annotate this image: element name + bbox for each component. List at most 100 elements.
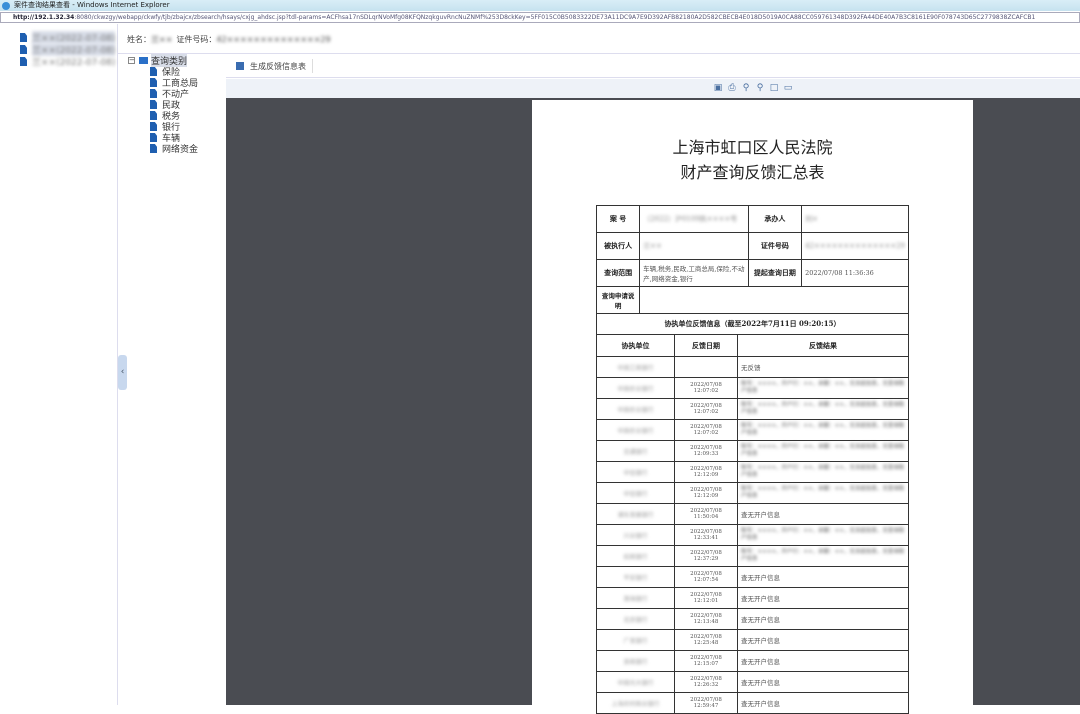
unit: 北京银行 <box>596 608 675 630</box>
feedback-result: 账号：××××，开户行：××，余额：××，无冻结信息，无查询账户信息 <box>737 461 909 483</box>
feedback-result: 查无开户信息 <box>737 608 909 630</box>
name-label: 姓名： <box>127 35 151 44</box>
query-date: 2022/07/08 11:36:36 <box>801 259 909 287</box>
feedback-result: 账号：××××，开户行：××，余额：××，无冻结信息，无查询账户信息 <box>737 377 909 399</box>
fit-page-icon[interactable]: □ <box>769 83 779 93</box>
feedback-date: 2022/07/08 12:15:07 <box>674 650 738 672</box>
case-info-table: 案 号（2022）沪0109执××××号 承办人 刘× 被执行人 兰×× 证件号码 42×… <box>595 205 909 314</box>
unit: 交通银行 <box>596 440 675 462</box>
unit: 兴业银行 <box>596 524 675 546</box>
feedback-row: 平安银行 2022/07/08 12:07:54 查无开户信息 <box>596 566 909 588</box>
feedback-row: 渤海银行 2022/07/08 12:12:01 查无开户信息 <box>596 587 909 609</box>
url-host: http://192.1.32.34 <box>13 14 75 21</box>
debtor-label: 被执行人 <box>595 232 641 260</box>
feedback-result: 账号：××××，开户行：××，余额：××，无冻结信息，无查询账户信息 <box>737 440 909 462</box>
unit: 中信银行 <box>596 482 675 504</box>
unit: 中信银行 <box>596 461 675 483</box>
feedback-row: 北京银行 2022/07/08 12:13:48 查无开户信息 <box>596 608 909 630</box>
case-tree-item[interactable]: 兰××(2022-07-08) <box>20 43 116 56</box>
feedback-row: 兴业银行 2022/07/08 12:33:41 账号：××××，开户行：××，余额… <box>596 524 909 546</box>
fit-width-icon[interactable]: ▭ <box>783 83 793 93</box>
feedback-result: 查无开户信息 <box>737 692 909 714</box>
feedback-date: 2022/07/08 12:09:33 <box>674 440 738 462</box>
save-icon[interactable]: ▣ <box>713 83 723 93</box>
feedback-header: 协执单位反馈信息（截至2022年7月11日 09:20:15） <box>596 313 909 335</box>
feedback-row: 交通银行 2022/07/08 12:09:33 账号：××××，开户行：××，余额… <box>596 440 909 462</box>
person-info: 姓名：兰×× 证件号码：42××××××××××××××29 <box>127 34 331 45</box>
feedback-date: 2022/07/08 12:13:48 <box>674 608 738 630</box>
feedback-date: 2022/07/08 12:12:09 <box>674 461 738 483</box>
note-value <box>639 286 909 314</box>
feedback-result: 无反馈 <box>737 356 909 378</box>
scope: 车辆,税务,民政,工商总局,保险,不动产,网络资金,银行 <box>639 259 749 287</box>
id-value: 42××××××××××××××29 <box>216 35 331 44</box>
feedback-date: 2022/07/08 12:26:32 <box>674 671 738 693</box>
feedback-date: 2022/07/08 12:12:09 <box>674 482 738 504</box>
report-toolbar: 生成反馈信息表 <box>226 54 1080 78</box>
unit: 招商银行 <box>596 545 675 567</box>
feedback-row: 中国农业银行 2022/07/08 12:07:02 账号：××××，开户行：××，… <box>596 419 909 441</box>
feedback-date: 2022/07/08 12:37:29 <box>674 545 738 567</box>
id-value: 42××××××××××××××29 <box>801 232 909 260</box>
document-icon <box>150 100 157 109</box>
unit: 中国农业银行 <box>596 377 675 399</box>
case-label: 兰××(2022-07-08) <box>32 58 116 68</box>
document-icon <box>150 89 157 98</box>
case-tree-item[interactable]: 兰××(2022-07-08) <box>20 31 116 44</box>
feedback-date: 2022/07/08 11:50:04 <box>674 503 738 525</box>
generate-feedback-button[interactable]: 生成反馈信息表 <box>236 59 313 73</box>
feedback-date: 2022/07/08 12:33:41 <box>674 524 738 546</box>
unit: 中国农业银行 <box>596 419 675 441</box>
col-result: 反馈结果 <box>737 334 909 357</box>
feedback-result: 查无开户信息 <box>737 503 909 525</box>
feedback-result: 账号：××××，开户行：××，余额：××，无冻结信息，无查询账户信息 <box>737 524 909 546</box>
document-icon <box>150 111 157 120</box>
feedback-date: 2022/07/08 12:25:48 <box>674 629 738 651</box>
zoom-in-icon[interactable]: ⚲ <box>741 83 751 93</box>
feedback-row: 中国光大银行 2022/07/08 12:26:32 查无开户信息 <box>596 671 909 693</box>
collapse-icon[interactable]: − <box>128 57 135 64</box>
feedback-date <box>674 356 738 378</box>
generate-label: 生成反馈信息表 <box>250 61 306 71</box>
category-label: 网络资金 <box>162 145 199 155</box>
unit: 渤海银行 <box>596 587 675 609</box>
id-label: 证件号码 <box>747 232 803 260</box>
viewer-toolbar: ▣ ⎙ ⚲ ⚲ □ ▭ <box>226 79 1080 98</box>
report-viewer[interactable]: 上海市虹口区人民法院 财产查询反馈汇总表 案 号（2022）沪0109执××××… <box>226 98 1080 714</box>
document-icon <box>150 144 157 153</box>
unit: 平安银行 <box>596 566 675 588</box>
collapse-panel-handle[interactable]: ‹ <box>118 355 127 390</box>
feedback-date: 2022/07/08 12:59:47 <box>674 692 738 714</box>
category-item[interactable]: 网络资金 <box>150 143 199 155</box>
window-title: 案件查询结果查看 - Windows Internet Explorer <box>14 1 170 9</box>
unit: 浙商银行 <box>596 650 675 672</box>
case-tree-item[interactable]: 兰××(2022-07-08) <box>20 56 116 68</box>
feedback-result: 账号：××××，开户行：××，余额：××，无冻结信息，无查询账户信息 <box>737 398 909 420</box>
unit: 上海农村商业银行 <box>596 692 675 714</box>
document-icon <box>150 67 157 76</box>
handler: 刘× <box>801 205 909 233</box>
col-date: 反馈日期 <box>674 334 738 357</box>
address-bar[interactable]: http://192.1.32.34:8080/ckwzgy/webapp/ck… <box>0 12 1080 23</box>
document-icon <box>20 33 27 42</box>
feedback-result: 账号：××××，开户行：××，余额：××，无冻结信息，无查询账户信息 <box>737 482 909 504</box>
feedback-date: 2022/07/08 12:07:02 <box>674 398 738 420</box>
feedback-row: 浦东发展银行 2022/07/08 11:50:04 查无开户信息 <box>596 503 909 525</box>
ie-logo-icon <box>2 2 10 10</box>
court-title: 上海市虹口区人民法院 <box>672 138 833 157</box>
url-path: :8080/ckwzgy/webapp/ckwfy/tjb/zbajcx/zbs… <box>74 14 1036 21</box>
col-unit: 协执单位 <box>596 334 675 357</box>
name-value: 兰×× <box>151 35 173 44</box>
document-icon <box>150 133 157 142</box>
date-label: 提起查询日期 <box>747 259 803 287</box>
unit: 中国光大银行 <box>596 671 675 693</box>
feedback-result: 查无开户信息 <box>737 671 909 693</box>
feedback-row: 招商银行 2022/07/08 12:37:29 账号：××××，开户行：××，余额… <box>596 545 909 567</box>
zoom-out-icon[interactable]: ⚲ <box>755 83 765 93</box>
feedback-row: 浙商银行 2022/07/08 12:15:07 查无开户信息 <box>596 650 909 672</box>
case-no-label: 案 号 <box>595 205 641 233</box>
unit: 中国农业银行 <box>596 398 675 420</box>
print-icon[interactable]: ⎙ <box>727 83 737 93</box>
feedback-row: 中信银行 2022/07/08 12:12:09 账号：××××，开户行：××，余额… <box>596 461 909 483</box>
feedback-date: 2022/07/08 12:07:02 <box>674 419 738 441</box>
